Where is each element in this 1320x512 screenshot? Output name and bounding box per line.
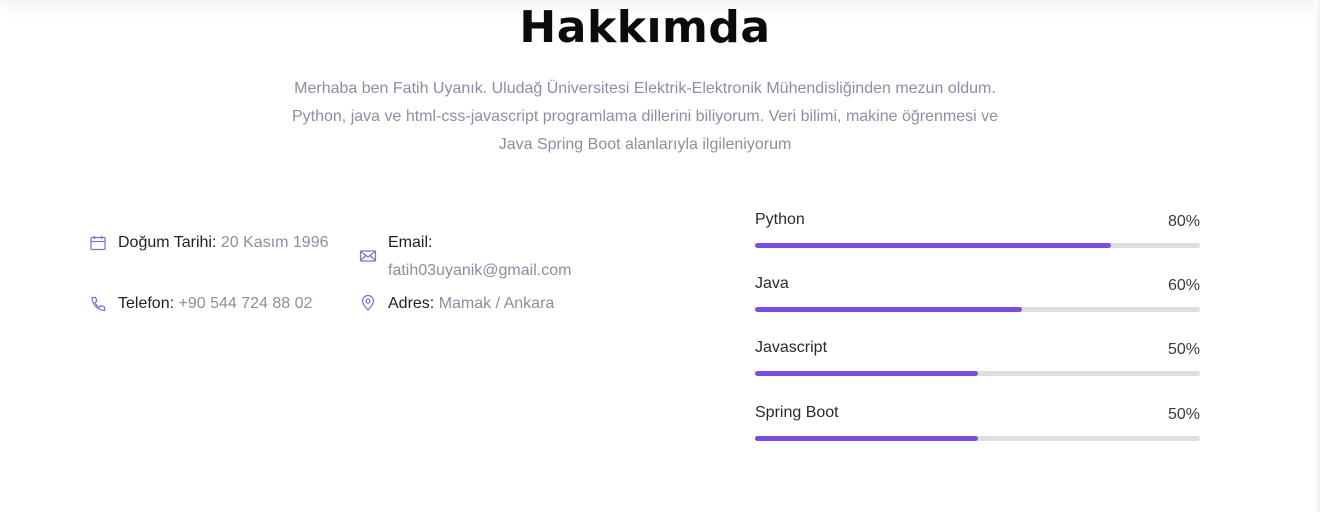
about-section: Hakkımda Merhaba ben Fatih Uyanık. Uluda…	[0, 0, 1320, 512]
progress-fill	[755, 371, 978, 376]
map-pin-icon	[359, 294, 377, 312]
skill-name: Python	[755, 211, 805, 228]
skill-percent: 80%	[1167, 213, 1200, 230]
calendar-icon	[89, 234, 107, 252]
skill-javascript: Javascript 50%	[755, 337, 1200, 387]
progress-fill	[755, 307, 1022, 312]
progress-track	[755, 371, 1200, 376]
info-phone: Telefon: +90 544 724 88 02	[118, 290, 312, 318]
address-label: Adres:	[388, 295, 435, 312]
progress-fill	[755, 243, 1111, 248]
progress-track	[755, 436, 1200, 441]
envelope-icon	[359, 247, 377, 265]
progress-track	[755, 307, 1200, 312]
birthdate-label: Doğum Tarihi:	[118, 234, 217, 251]
scrollbar-edge	[1314, 0, 1320, 512]
email-value[interactable]: fatih03uyanik@gmail.com	[388, 257, 628, 285]
email-label: Email:	[388, 234, 433, 251]
skill-percent: 50%	[1167, 406, 1200, 423]
phone-icon	[89, 295, 107, 313]
skill-name: Java	[755, 275, 789, 292]
info-birthdate: Doğum Tarihi: 20 Kasım 1996	[118, 229, 329, 257]
section-title: Hakkımda	[519, 2, 771, 53]
intro-paragraph: Merhaba ben Fatih Uyanık. Uludağ Ünivers…	[291, 80, 999, 153]
skill-name: Javascript	[755, 339, 828, 356]
phone-value[interactable]: +90 544 724 88 02	[179, 295, 313, 312]
skill-java: Java 60%	[755, 273, 1200, 323]
skill-python: Python 80%	[755, 209, 1200, 259]
progress-track	[755, 243, 1200, 248]
phone-label: Telefon:	[118, 295, 175, 312]
skill-name: Spring Boot	[755, 404, 839, 421]
skill-percent: 60%	[1167, 277, 1200, 294]
address-value: Mamak / Ankara	[438, 295, 555, 312]
skill-percent: 50%	[1167, 341, 1200, 358]
birthdate-value: 20 Kasım 1996	[220, 234, 329, 251]
progress-fill	[755, 436, 978, 441]
info-email: Email: fatih03uyanik@gmail.com	[388, 229, 628, 285]
info-address: Adres: Mamak / Ankara	[388, 290, 554, 318]
skill-spring-boot: Spring Boot 50%	[755, 402, 1200, 452]
